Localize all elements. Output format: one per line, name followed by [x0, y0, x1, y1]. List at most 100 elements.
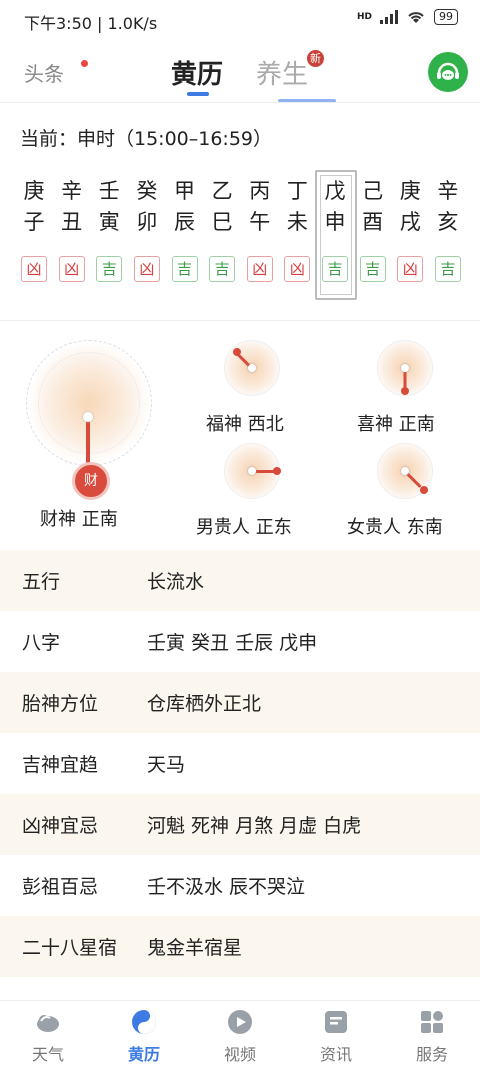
- hour-luck-badge: 吉: [209, 256, 236, 282]
- earthly-branch: 戌: [399, 210, 421, 234]
- wealth-god-label: 财神 正南: [40, 509, 118, 530]
- heavenly-stem: 庚: [399, 179, 421, 203]
- status-bar: 下午3:50 | 1.0K/s HD 99: [0, 0, 480, 40]
- male-noble-compass-center: [248, 467, 256, 475]
- hour-column[interactable]: 癸卯凶: [131, 176, 163, 282]
- earthly-branch: 酉: [362, 210, 384, 234]
- earthly-branch: 丑: [61, 210, 83, 234]
- fortune-compass-center: [248, 364, 256, 372]
- info-key: 二十八星宿: [22, 937, 118, 959]
- wealth-compass-needle: [86, 416, 90, 466]
- wifi-icon: [408, 12, 424, 23]
- info-key: 胎神方位: [22, 693, 99, 715]
- male-noble-needle-tip: [273, 467, 281, 475]
- status-time-speed: 下午3:50 | 1.0K/s: [24, 14, 158, 33]
- hour-column[interactable]: 庚子凶: [18, 176, 50, 282]
- info-value: 天马: [147, 754, 186, 776]
- hour-column[interactable]: 壬寅吉: [93, 176, 125, 282]
- female-noble-compass: [377, 443, 433, 499]
- male-noble-label: 男贵人 正东: [196, 517, 292, 538]
- hour-column[interactable]: 丁未凶: [281, 176, 313, 282]
- bottom-nav-item[interactable]: 天气: [0, 1001, 96, 1067]
- wealth-badge: 财: [72, 462, 110, 500]
- bottom-nav-item[interactable]: 黄历: [96, 1001, 192, 1067]
- heavenly-stem: 辛: [437, 179, 459, 203]
- bottom-nav-label: 视频: [223, 1045, 256, 1064]
- hour-column[interactable]: 丙午凶: [244, 176, 276, 282]
- current-hour-label: 当前：申时（15:00–16:59）: [20, 128, 273, 150]
- info-value: 河魁 死神 月煞 月虚 白虎: [147, 815, 362, 837]
- hour-luck-badge: 凶: [133, 256, 160, 282]
- info-key: 彭祖百忌: [22, 876, 99, 898]
- earthly-branch: 申: [324, 210, 346, 234]
- hour-column[interactable]: 甲辰吉: [169, 176, 201, 282]
- hour-luck-badge: 凶: [246, 256, 273, 282]
- earthly-branch: 未: [286, 210, 308, 234]
- info-row: 二十八星宿 鬼金羊宿星: [0, 916, 480, 977]
- almanac-info-table: 五行 长流水八字 壬寅 癸丑 壬辰 戊申胎神方位 仓库栖外正北吉神宜趋 天马凶神宜忌 河魁…: [0, 550, 480, 977]
- hour-luck-badge: 凶: [284, 256, 311, 282]
- heavenly-stem: 癸: [136, 179, 158, 203]
- heavenly-stem: 丁: [286, 179, 308, 203]
- network-type: HD: [356, 12, 372, 22]
- hour-column[interactable]: 戊申吉: [315, 170, 357, 300]
- female-noble-needle-tip: [420, 486, 428, 494]
- joy-god-label: 喜神 正南: [357, 414, 435, 435]
- bottom-nav: 天气 黄历 视频 资讯 服务: [0, 1000, 480, 1067]
- hour-luck-badge: 吉: [96, 256, 123, 282]
- hour-luck-badge: 凶: [397, 256, 424, 282]
- female-noble-label: 女贵人 东南: [347, 517, 443, 538]
- header-divider: [0, 102, 480, 103]
- services-icon: [419, 1009, 445, 1035]
- info-key: 吉神宜趋: [22, 754, 99, 776]
- hour-luck-badge: 吉: [322, 256, 348, 282]
- joy-god-compass: [377, 340, 433, 396]
- tab-almanac[interactable]: 黄历: [171, 54, 223, 91]
- female-noble-compass-center: [401, 467, 409, 475]
- info-key: 五行: [22, 571, 61, 593]
- earthly-branch: 巳: [211, 210, 233, 234]
- info-row: 凶神宜忌 河魁 死神 月煞 月虚 白虎: [0, 794, 480, 855]
- tab-headlines[interactable]: 头条: [24, 58, 64, 87]
- top-nav: 头条 黄历 养生 新: [0, 44, 480, 100]
- bottom-nav-label: 服务: [415, 1045, 448, 1064]
- heavenly-stem: 壬: [98, 179, 120, 203]
- fortune-god-compass: [224, 340, 280, 396]
- fortune-god-label: 福神 西北: [206, 414, 284, 435]
- unread-dot: [81, 60, 88, 67]
- bottom-nav-label: 黄历: [127, 1045, 160, 1064]
- hour-column[interactable]: 辛丑凶: [56, 176, 88, 282]
- hour-column[interactable]: 庚戌凶: [394, 176, 426, 282]
- heavenly-stem: 己: [362, 179, 384, 203]
- bottom-nav-item[interactable]: 资讯: [288, 1001, 384, 1067]
- info-value: 壬寅 癸丑 壬辰 戊申: [147, 632, 318, 654]
- bottom-nav-label: 天气: [31, 1045, 64, 1064]
- news-icon: [323, 1009, 349, 1035]
- earthly-branch: 午: [249, 210, 271, 234]
- hour-column[interactable]: 己酉吉: [357, 176, 389, 282]
- tab-health[interactable]: 养生: [256, 54, 308, 91]
- bottom-nav-item[interactable]: 服务: [384, 1001, 480, 1067]
- bottom-nav-item[interactable]: 视频: [192, 1001, 288, 1067]
- wealth-compass-center: [83, 412, 93, 422]
- info-row: 五行 长流水: [0, 550, 480, 611]
- joy-needle-tip: [401, 387, 409, 395]
- hour-luck-badge: 吉: [359, 256, 386, 282]
- hour-luck-grid: 庚子凶辛丑凶壬寅吉癸卯凶甲辰吉乙巳吉丙午凶丁未凶戊申吉己酉吉庚戌凶辛亥吉: [18, 170, 464, 300]
- heavenly-stem: 丙: [249, 179, 271, 203]
- status-icons: HD 99: [357, 9, 458, 25]
- heavenly-stem: 甲: [174, 179, 195, 203]
- customer-service-button[interactable]: [428, 52, 468, 92]
- info-value: 仓库栖外正北: [147, 693, 262, 715]
- hour-column[interactable]: 辛亥吉: [432, 176, 464, 282]
- hour-column[interactable]: 乙巳吉: [206, 176, 238, 282]
- active-tab-indicator: [187, 92, 209, 96]
- heavenly-stem: 乙: [211, 179, 233, 203]
- joy-compass-center: [401, 364, 409, 372]
- heavenly-stem: 戊: [324, 179, 346, 203]
- taiji-icon: [131, 1009, 157, 1035]
- earthly-branch: 亥: [437, 210, 459, 234]
- video-icon: [227, 1009, 253, 1035]
- info-row: 八字 壬寅 癸丑 壬辰 戊申: [0, 611, 480, 672]
- info-value: 长流水: [147, 571, 205, 593]
